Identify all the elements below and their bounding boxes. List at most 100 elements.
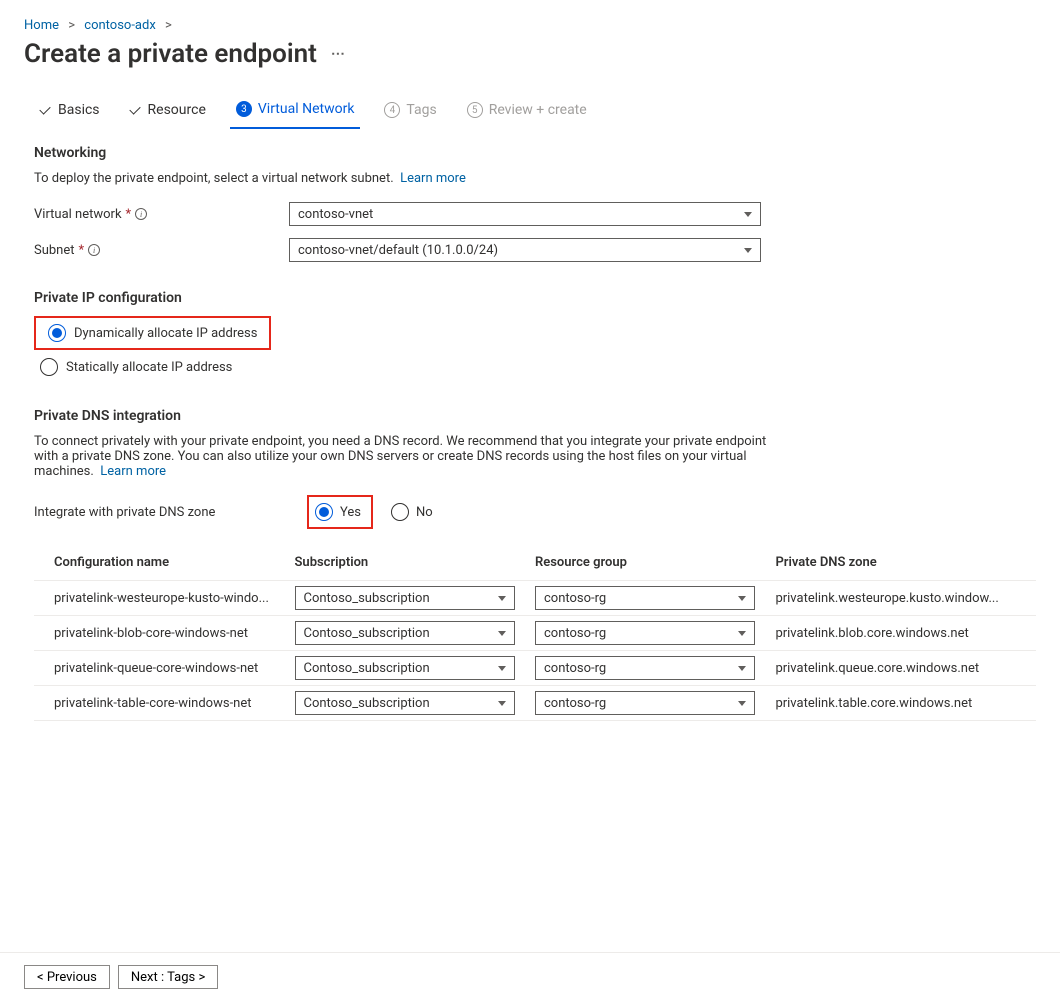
table-row: privatelink-table-core-windows-net Contos… (34, 686, 1036, 721)
page-title: Create a private endpoint ⋯ (24, 39, 1036, 69)
wizard-footer: < Previous Next : Tags > (0, 952, 1060, 1001)
dropdown-value: contoso-rg (544, 696, 606, 711)
dns-zone-cell: privatelink.blob.core.windows.net (765, 616, 1036, 651)
config-name-cell: privatelink-queue-core-windows-net (34, 651, 285, 686)
integrate-dns-label: Integrate with private DNS zone (34, 505, 289, 520)
tab-basics[interactable]: Basics (34, 93, 106, 129)
table-row: privatelink-blob-core-windows-net Contoso… (34, 616, 1036, 651)
dropdown-value: contoso-vnet/default (10.1.0.0/24) (298, 243, 498, 258)
radio-static-ip[interactable]: Statically allocate IP address (34, 354, 1036, 380)
tab-label: Virtual Network (258, 101, 355, 117)
step-number-icon: 5 (467, 102, 483, 118)
resource-group-dropdown[interactable]: contoso-rg (535, 691, 755, 715)
subscription-dropdown[interactable]: Contoso_subscription (295, 656, 515, 680)
networking-desc-text: To deploy the private endpoint, select a… (34, 171, 394, 186)
next-button[interactable]: Next : Tags > (118, 965, 218, 989)
breadcrumb-resource[interactable]: contoso-adx (84, 18, 156, 33)
resource-group-dropdown[interactable]: contoso-rg (535, 621, 755, 645)
dropdown-value: contoso-rg (544, 661, 606, 676)
radio-icon (40, 358, 58, 376)
radio-icon (391, 503, 409, 521)
learn-more-link[interactable]: Learn more (400, 171, 466, 186)
radio-dns-yes[interactable]: Yes (309, 499, 367, 525)
info-icon[interactable] (88, 244, 100, 256)
chevron-down-icon (738, 666, 746, 671)
dns-zone-cell: privatelink.queue.core.windows.net (765, 651, 1036, 686)
breadcrumb-home[interactable]: Home (24, 18, 59, 33)
ip-allocation-radio-group: Dynamically allocate IP address Statical… (34, 316, 1036, 380)
radio-dns-no[interactable]: No (391, 503, 433, 521)
section-heading-ipconfig: Private IP configuration (34, 290, 1036, 306)
required-indicator: * (79, 243, 85, 258)
highlight-dynamic-ip: Dynamically allocate IP address (34, 316, 271, 350)
required-indicator: * (126, 207, 132, 222)
chevron-down-icon (744, 248, 752, 253)
dropdown-value: Contoso_subscription (304, 626, 430, 641)
more-actions-icon[interactable]: ⋯ (331, 46, 347, 62)
chevron-down-icon (738, 631, 746, 636)
radio-label: Dynamically allocate IP address (74, 326, 257, 341)
radio-label: No (416, 505, 433, 520)
subscription-dropdown[interactable]: Contoso_subscription (295, 621, 515, 645)
chevron-down-icon (498, 666, 506, 671)
vnet-dropdown[interactable]: contoso-vnet (289, 202, 761, 226)
check-icon (130, 102, 142, 118)
dns-config-table: Configuration name Subscription Resource… (34, 547, 1036, 721)
resource-group-dropdown[interactable]: contoso-rg (535, 656, 755, 680)
dropdown-value: contoso-vnet (298, 207, 373, 222)
breadcrumb: Home > contoso-adx > (24, 18, 1036, 33)
dropdown-value: Contoso_subscription (304, 696, 430, 711)
config-name-cell: privatelink-blob-core-windows-net (34, 616, 285, 651)
chevron-down-icon (498, 701, 506, 706)
previous-button[interactable]: < Previous (24, 965, 110, 989)
chevron-down-icon (744, 212, 752, 217)
check-icon (40, 102, 52, 118)
table-row: privatelink-queue-core-windows-net Contos… (34, 651, 1036, 686)
radio-dynamic-ip[interactable]: Dynamically allocate IP address (42, 320, 263, 346)
tab-label: Review + create (489, 102, 587, 118)
subnet-dropdown[interactable]: contoso-vnet/default (10.1.0.0/24) (289, 238, 761, 262)
chevron-down-icon (498, 596, 506, 601)
tab-review-create: 5 Review + create (461, 93, 593, 129)
radio-label: Yes (340, 505, 361, 520)
subscription-dropdown[interactable]: Contoso_subscription (295, 691, 515, 715)
tab-label: Tags (406, 102, 436, 118)
tab-resource[interactable]: Resource (124, 93, 212, 129)
dns-description: To connect privately with your private e… (34, 434, 774, 479)
radio-label: Statically allocate IP address (66, 360, 232, 375)
dns-zone-cell: privatelink.table.core.windows.net (765, 686, 1036, 721)
highlight-dns-yes: Yes (307, 495, 373, 529)
dns-zone-cell: privatelink.westeurope.kusto.window... (765, 581, 1036, 616)
chevron-right-icon: > (62, 18, 81, 33)
resource-group-dropdown[interactable]: contoso-rg (535, 586, 755, 610)
table-header-config: Configuration name (34, 547, 285, 581)
tab-label: Resource (148, 102, 206, 118)
dropdown-value: Contoso_subscription (304, 661, 430, 676)
dropdown-value: contoso-rg (544, 626, 606, 641)
table-row: privatelink-westeurope-kusto-windo... Con… (34, 581, 1036, 616)
chevron-down-icon (738, 701, 746, 706)
step-number-icon: 4 (384, 102, 400, 118)
table-header-resource-group: Resource group (525, 547, 765, 581)
wizard-tabs: Basics Resource 3 Virtual Network 4 Tags… (34, 93, 1036, 129)
section-heading-dns: Private DNS integration (34, 408, 1036, 424)
networking-description: To deploy the private endpoint, select a… (34, 171, 1036, 186)
learn-more-link[interactable]: Learn more (100, 464, 166, 479)
vnet-label: Virtual network * (34, 207, 289, 222)
config-name-cell: privatelink-table-core-windows-net (34, 686, 285, 721)
table-header-subscription: Subscription (285, 547, 525, 581)
subscription-dropdown[interactable]: Contoso_subscription (295, 586, 515, 610)
chevron-right-icon: > (159, 18, 178, 33)
step-number-icon: 3 (236, 101, 252, 117)
tab-virtual-network[interactable]: 3 Virtual Network (230, 93, 361, 129)
tab-tags: 4 Tags (378, 93, 442, 129)
config-name-cell: privatelink-westeurope-kusto-windo... (34, 581, 285, 616)
info-icon[interactable] (135, 208, 147, 220)
tab-label: Basics (58, 102, 100, 118)
chevron-down-icon (498, 631, 506, 636)
dropdown-value: contoso-rg (544, 591, 606, 606)
subnet-label: Subnet * (34, 243, 289, 258)
page-title-text: Create a private endpoint (24, 39, 317, 69)
chevron-down-icon (738, 596, 746, 601)
radio-icon (315, 503, 333, 521)
